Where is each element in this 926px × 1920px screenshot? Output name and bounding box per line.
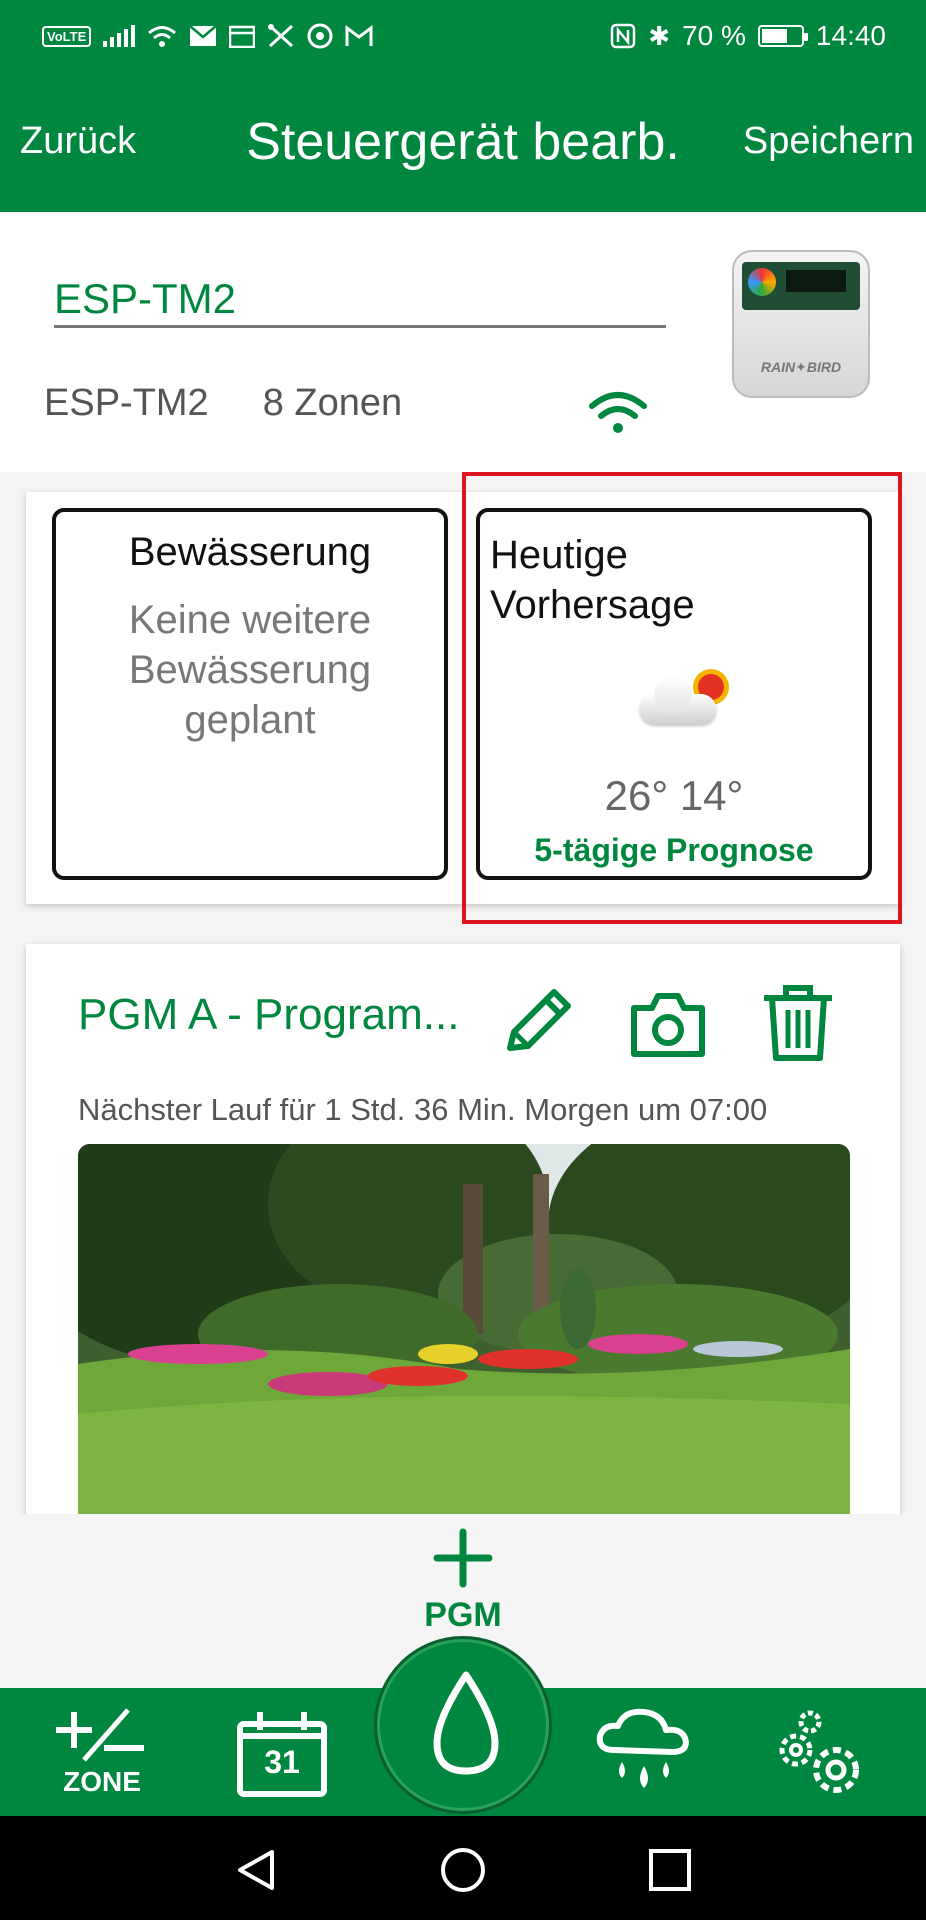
rain-cloud-icon (596, 1708, 689, 1788)
calendar-day-number: 31 (264, 1744, 300, 1780)
volte-badge: VoLTE (42, 25, 92, 47)
nav-weather-button[interactable] (592, 1706, 692, 1798)
back-triangle-icon[interactable] (232, 1846, 280, 1894)
app-header: Zurück Steuergerät bearb. Speichern (0, 72, 926, 212)
chrome-icon (307, 23, 333, 49)
status-icons-left: VoLTE (42, 23, 373, 49)
battery-percent: 70 % (682, 20, 746, 51)
irrigation-status: Keine weitere Bewässerung geplant (56, 595, 444, 745)
gears-icon (779, 1710, 859, 1793)
program-card: PGM A - Program... Nächster Lauf für 1 S… (26, 944, 900, 1584)
add-program-label[interactable]: PGM (0, 1596, 926, 1635)
garden-illustration (78, 1144, 850, 1524)
partly-cloudy-icon (636, 672, 728, 736)
home-circle-icon[interactable] (439, 1846, 487, 1894)
device-dial (748, 268, 776, 296)
controller-device-image[interactable]: RAIN✦BIRD (732, 250, 870, 398)
device-screen (786, 270, 846, 292)
calendar-status-icon (229, 25, 256, 48)
controller-info: ESP-TM2 8 Zonen (44, 382, 402, 425)
tools-icon (268, 24, 294, 48)
nav-zone-button[interactable]: ZONE (52, 1706, 152, 1798)
gmail-icon (345, 25, 373, 46)
irrigation-card-title: Bewässerung (128, 530, 372, 574)
forecast-title-line: Heutige (490, 533, 628, 577)
manual-water-button[interactable] (374, 1636, 552, 1814)
zone-count: 8 Zonen (262, 382, 403, 424)
forecast-title-line: Vorhersage (490, 583, 695, 627)
mail-icon (189, 25, 218, 46)
battery-icon (757, 25, 808, 47)
status-cards: Bewässerung Keine weitere Bewässerung ge… (26, 492, 900, 904)
water-drop-icon (433, 1671, 499, 1775)
status-bar: VoLTE ✱ 70 % 14:40 (0, 0, 926, 72)
irrigation-status-line: geplant (184, 698, 316, 742)
controller-name-input[interactable] (54, 272, 666, 328)
nav-zone-label: ZONE (63, 1766, 141, 1797)
irrigation-status-line: Keine weitere (128, 598, 372, 642)
bluetooth-icon: ✱ (648, 21, 671, 51)
clock: 14:40 (815, 20, 886, 51)
signal-icon (103, 25, 136, 47)
five-day-forecast-link[interactable]: 5-tägige Prognose (480, 832, 868, 869)
irrigation-status-line: Bewässerung (128, 648, 372, 692)
forecast-card[interactable]: Heutige Vorhersage 26° 14° 5-tägige Prog… (476, 508, 872, 880)
wifi-connected-icon (589, 392, 647, 433)
save-button[interactable]: Speichern (743, 120, 914, 163)
camera-icon[interactable] (626, 982, 710, 1062)
nav-settings-button[interactable] (772, 1706, 872, 1798)
controller-section: ESP-TM2 8 Zonen RAIN✦BIRD (0, 212, 926, 472)
nfc-icon (611, 23, 636, 49)
next-run-text: Nächster Lauf für 1 Std. 36 Min. Morgen … (78, 1092, 768, 1127)
device-brand-logo: RAIN✦BIRD (760, 359, 842, 375)
nav-calendar-button[interactable]: 31 (232, 1706, 332, 1798)
pencil-icon[interactable] (496, 982, 580, 1062)
wifi-status-icon (148, 26, 177, 47)
status-icons-right: ✱ 70 % 14:40 (610, 20, 886, 52)
forecast-card-title: Heutige Vorhersage (490, 530, 868, 630)
cloud-icon (640, 676, 716, 724)
controller-model: ESP-TM2 (44, 382, 209, 424)
system-navigation-bar (0, 1816, 926, 1920)
garden-photo[interactable] (78, 1144, 850, 1524)
plus-minus-zone-icon (56, 1708, 144, 1762)
add-program-plus-icon[interactable] (433, 1528, 493, 1588)
recents-square-icon[interactable] (646, 1846, 694, 1894)
trash-icon[interactable] (756, 982, 840, 1062)
irrigation-card[interactable]: Bewässerung Keine weitere Bewässerung ge… (52, 508, 448, 880)
program-title[interactable]: PGM A - Program... (78, 990, 459, 1040)
forecast-temperatures: 26° 14° (604, 772, 744, 819)
